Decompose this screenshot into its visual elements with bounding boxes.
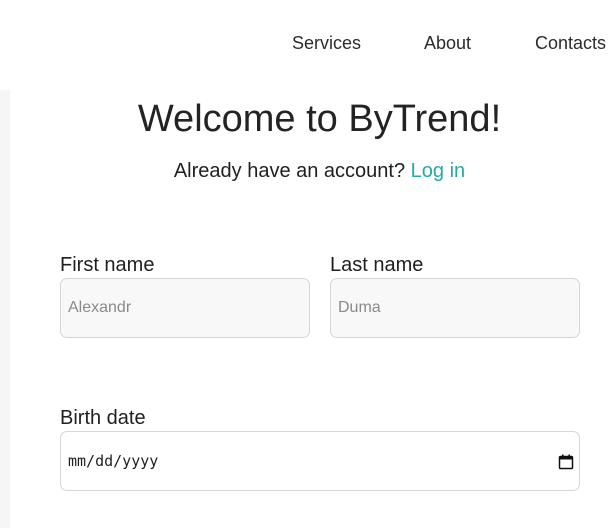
calendar-icon[interactable] (558, 454, 574, 470)
birth-date-placeholder: mm/dd/yyyy (68, 452, 159, 470)
last-name-label: Last name (330, 254, 424, 276)
nav-link-about[interactable]: About (424, 33, 471, 54)
login-prompt: Already have an account? Log in (10, 160, 609, 183)
login-link[interactable]: Log in (411, 160, 466, 182)
login-prompt-text: Already have an account? (173, 160, 406, 182)
page-title: Welcome to ByTrend! (137, 98, 502, 140)
top-navigation: Services About Contacts (0, 0, 609, 88)
left-rail (0, 90, 10, 528)
first-name-input[interactable]: Alexandr (60, 278, 310, 338)
first-name-label: First name (60, 254, 155, 276)
nav-link-services[interactable]: Services (292, 33, 361, 54)
nav-link-contacts[interactable]: Contacts (535, 33, 606, 54)
last-name-input[interactable]: Duma (330, 278, 580, 338)
birth-date-label: Birth date (60, 407, 146, 429)
birth-date-input[interactable]: mm/dd/yyyy (60, 431, 580, 491)
